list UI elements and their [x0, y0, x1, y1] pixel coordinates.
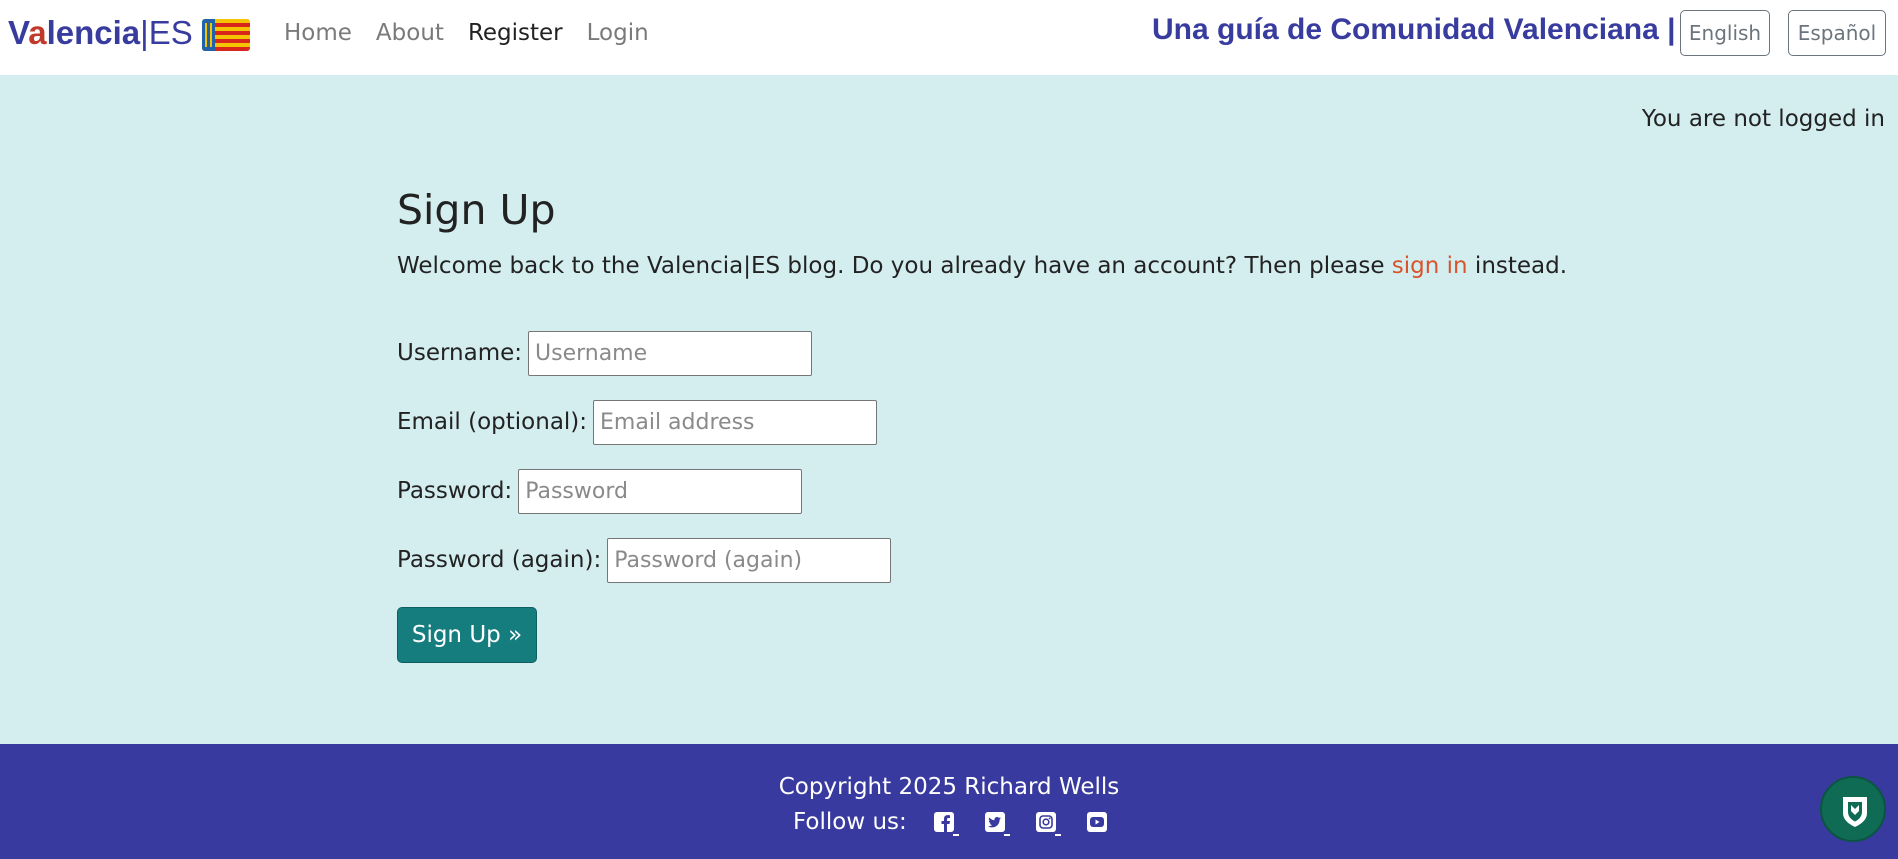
follow-us-label: Follow us:	[793, 809, 907, 835]
brand-text-v: V	[8, 14, 29, 51]
intro-text-after: instead.	[1467, 253, 1568, 279]
password-label: Password:	[397, 478, 513, 504]
site-tagline: Una guía de Comunidad Valenciana |	[1152, 13, 1676, 46]
main-nav: Home About Register Login	[284, 16, 673, 50]
twitter-icon[interactable]	[984, 811, 1010, 836]
brand-text-es: ES	[148, 14, 193, 51]
email-label: Email (optional):	[397, 409, 588, 435]
password-row: Password:	[397, 468, 803, 514]
brand-text-a: a	[28, 14, 47, 51]
nav-login-link[interactable]: Login	[587, 16, 649, 50]
spanish-language-button[interactable]: Español	[1788, 10, 1886, 56]
password-input[interactable]	[518, 468, 803, 514]
sign-in-link[interactable]: sign in	[1392, 253, 1468, 279]
intro-text-before: Welcome back to the Valencia|ES blog. Do…	[397, 253, 1392, 279]
facebook-icon[interactable]	[933, 811, 959, 836]
brand-text-lencia: lencia	[46, 14, 141, 51]
password-again-row: Password (again):	[397, 537, 892, 583]
email-input[interactable]	[593, 399, 878, 445]
site-footer: Copyright 2025 Richard Wells Follow us:	[0, 744, 1898, 859]
signup-intro: Welcome back to the Valencia|ES blog. Do…	[397, 251, 1567, 281]
password-again-input[interactable]	[607, 537, 892, 583]
login-status-text: You are not logged in	[1641, 106, 1885, 132]
nav-register-link[interactable]: Register	[468, 16, 563, 50]
password-again-label: Password (again):	[397, 547, 602, 573]
nav-about-link[interactable]: About	[376, 16, 444, 50]
username-input[interactable]	[528, 330, 812, 376]
brand-separator: |	[140, 14, 149, 51]
nav-home-link[interactable]: Home	[284, 16, 352, 50]
brand-logo[interactable]: Valencia|ES	[8, 14, 193, 52]
username-row: Username:	[397, 330, 812, 376]
email-row: Email (optional):	[397, 399, 878, 445]
instagram-icon[interactable]	[1035, 811, 1061, 836]
top-navbar: Valencia|ES Home About Register Login Un…	[0, 0, 1898, 75]
english-language-button[interactable]: English	[1680, 10, 1770, 56]
sign-up-button[interactable]: Sign Up »	[397, 607, 537, 663]
copyright-text: Copyright 2025 Richard Wells	[778, 774, 1120, 800]
page-title: Sign Up	[397, 186, 556, 234]
youtube-icon[interactable]	[1086, 811, 1110, 833]
valencia-flag-icon	[202, 19, 250, 51]
username-label: Username:	[397, 340, 522, 366]
social-links: Follow us:	[793, 807, 1137, 837]
security-shield-badge-icon[interactable]	[1820, 776, 1886, 842]
